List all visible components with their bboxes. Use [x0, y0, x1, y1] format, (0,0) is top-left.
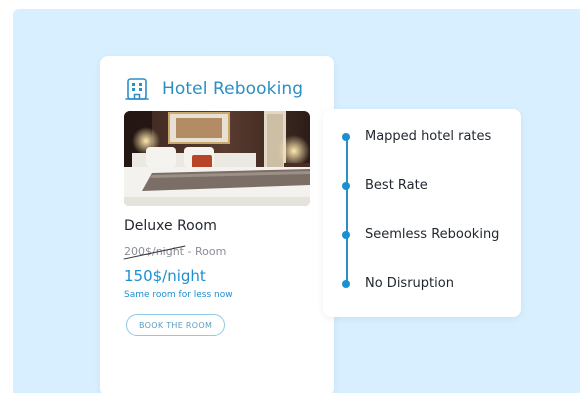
room-name: Deluxe Room — [124, 218, 217, 234]
timeline-line — [346, 134, 348, 284]
feature-item-best-rate: Best Rate — [342, 178, 428, 193]
book-room-button[interactable]: BOOK THE ROOM — [126, 314, 226, 336]
old-price-struck: 200$/night — [124, 245, 184, 258]
timeline-dot-icon — [342, 132, 350, 141]
card-title: Hotel Rebooking — [162, 79, 304, 99]
feature-item-no-disruption: No Disruption — [342, 276, 454, 291]
promo-note: Same room for less now — [124, 290, 233, 300]
card-header: Hotel Rebooking — [124, 76, 303, 102]
timeline-dot-icon — [342, 279, 350, 288]
old-price-suffix: - Room — [184, 245, 227, 258]
feature-label: Mapped hotel rates — [365, 129, 492, 144]
feature-item-mapped-hotel-rates: Mapped hotel rates — [342, 129, 491, 144]
features-card: Mapped hotel rates Best Rate Seemless Re… — [323, 109, 521, 317]
timeline-dot-icon — [342, 230, 350, 239]
old-price: 200$/night - Room — [124, 245, 226, 258]
feature-item-seemless-rebooking: Seemless Rebooking — [342, 227, 499, 242]
new-price: 150$/night — [124, 267, 206, 285]
room-photo-image — [124, 111, 310, 206]
room-photo — [124, 111, 310, 206]
background-panel: Hotel Rebooking Deluxe Room 200$/night -… — [13, 9, 580, 393]
feature-label: Seemless Rebooking — [365, 227, 500, 242]
hotel-building-icon — [125, 78, 149, 100]
feature-label: Best Rate — [365, 178, 428, 193]
hotel-rebooking-card: Hotel Rebooking Deluxe Room 200$/night -… — [100, 56, 334, 393]
feature-label: No Disruption — [365, 276, 454, 291]
timeline-dot-icon — [342, 181, 350, 190]
